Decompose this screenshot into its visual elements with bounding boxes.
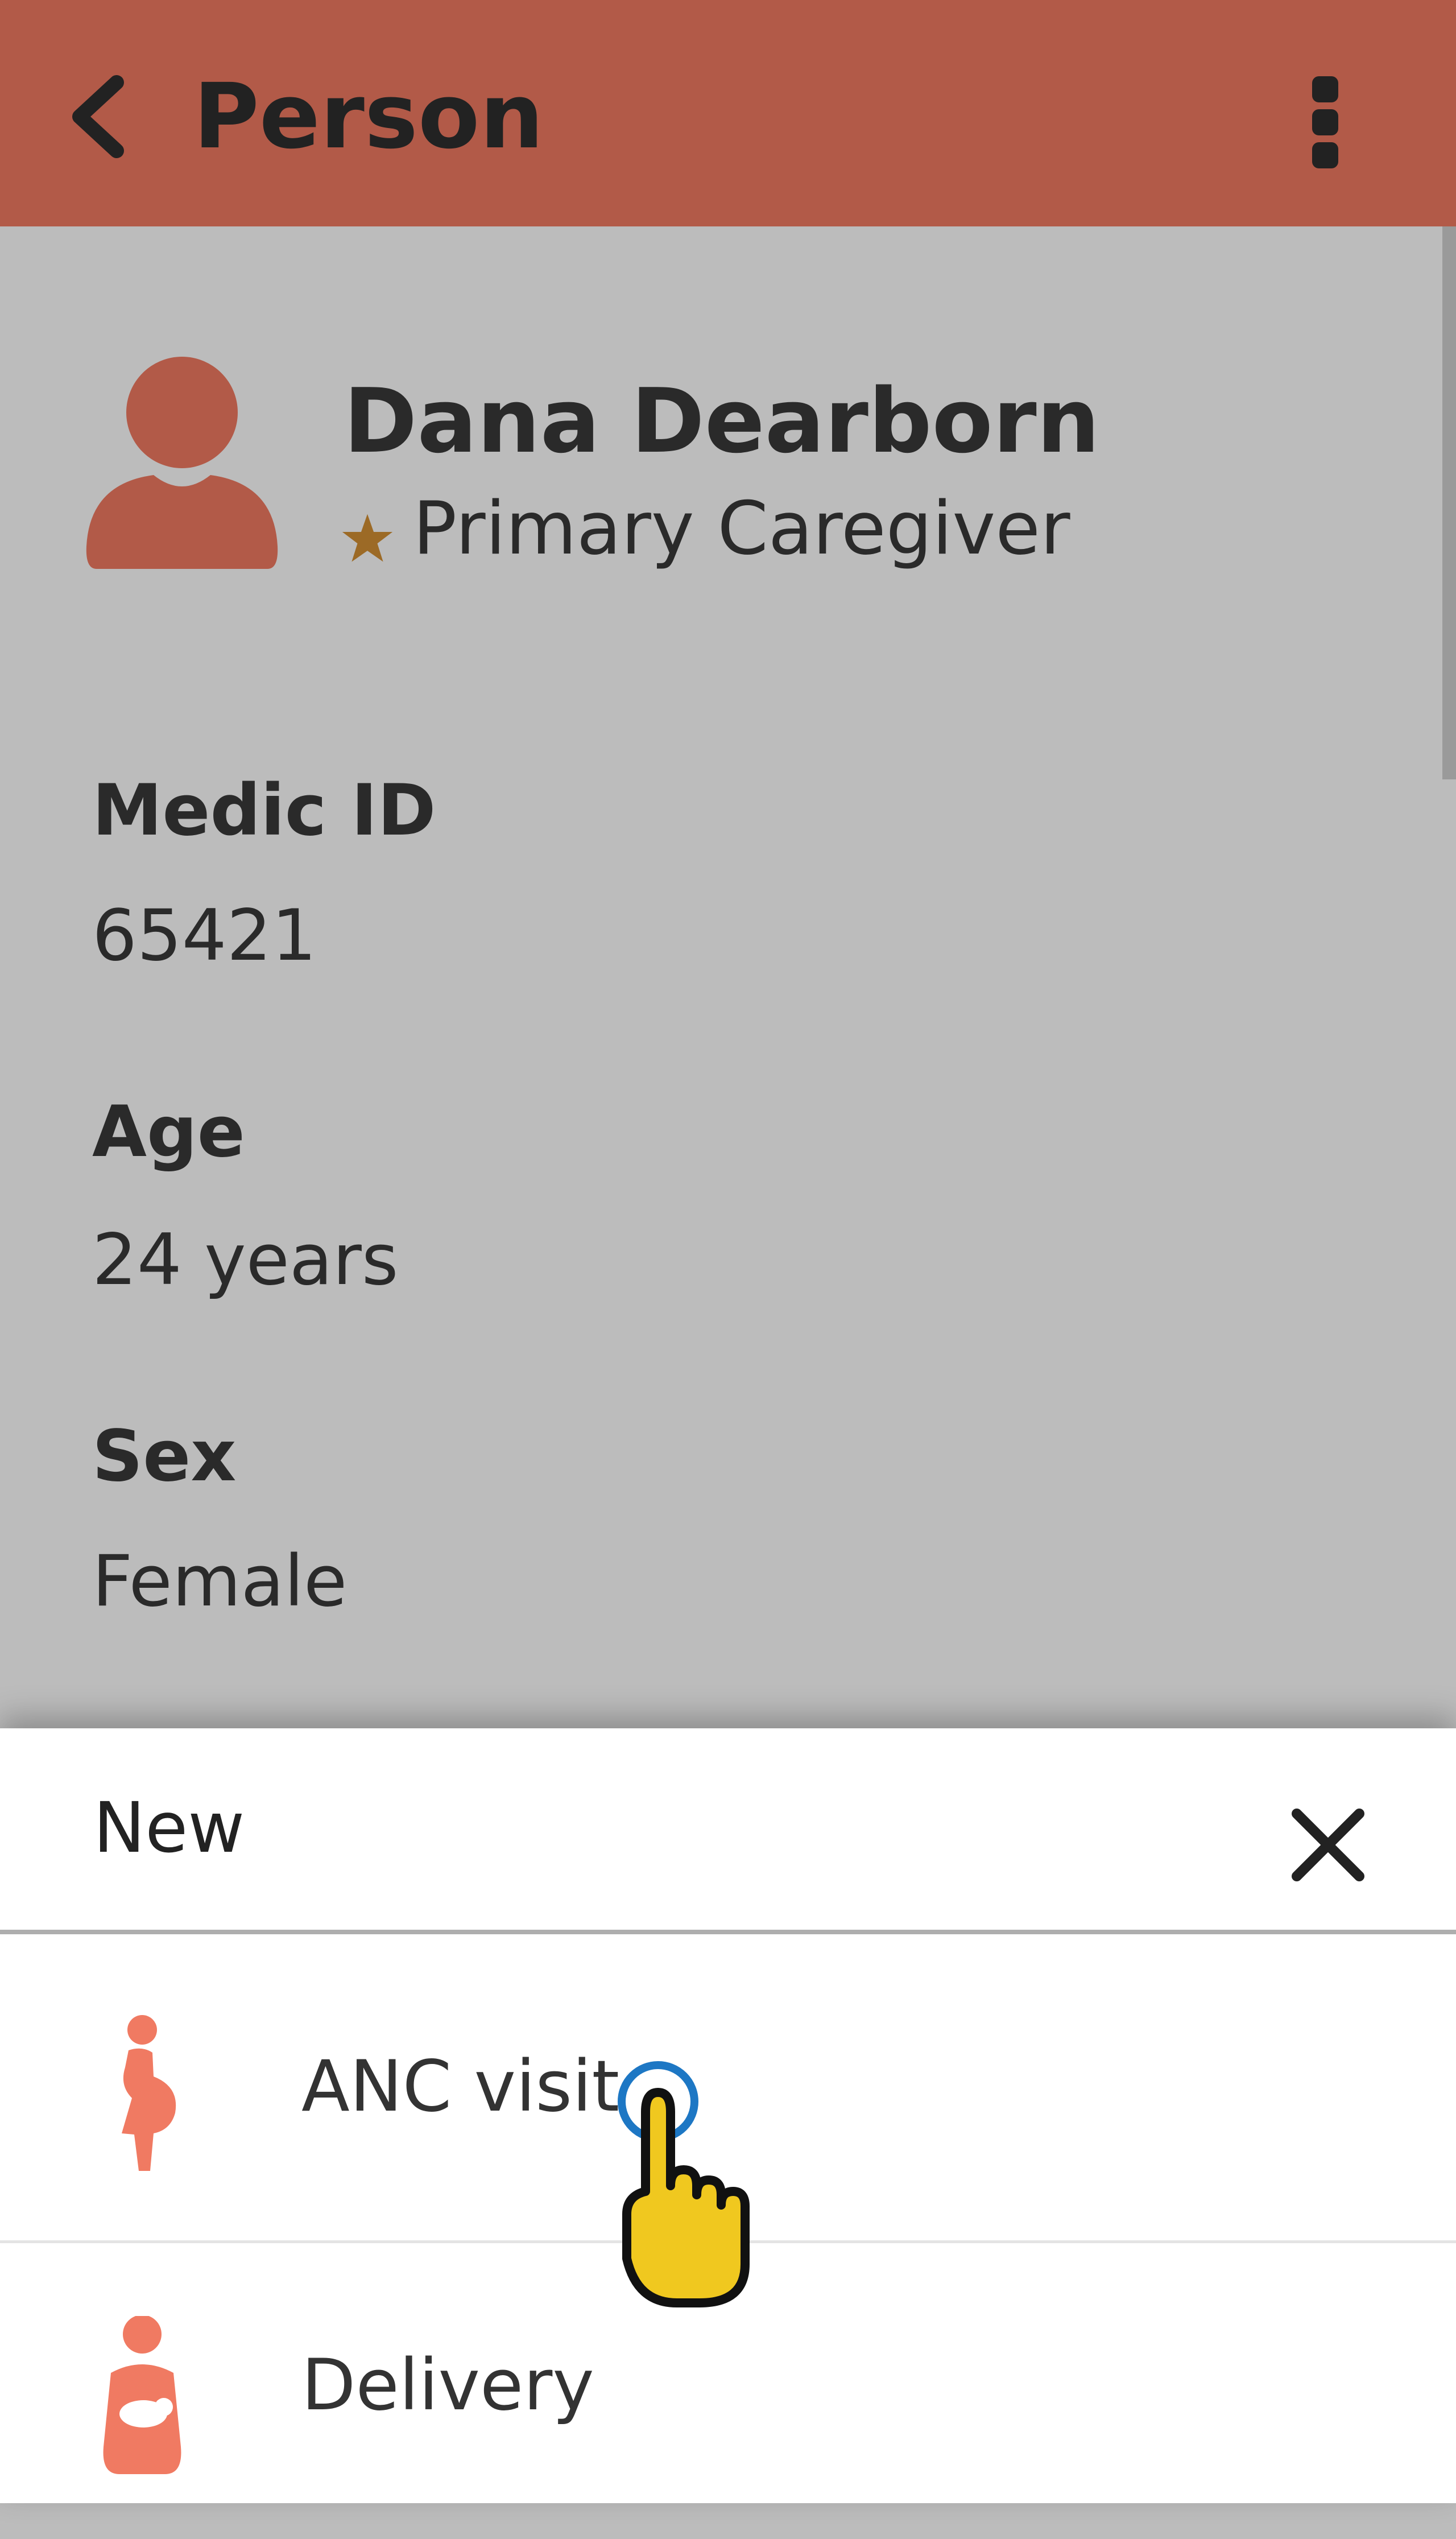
role-label: Primary Caregiver (413, 486, 1070, 571)
chevron-left-icon (72, 75, 124, 158)
age-value: 24 years (92, 1219, 399, 1301)
person-avatar-icon (86, 357, 278, 569)
pregnancy-icon (122, 2015, 176, 2171)
sex-value: Female (92, 1541, 348, 1623)
star-icon (342, 514, 393, 562)
medic-id-label: Medic ID (92, 770, 436, 852)
action-label-delivery: Delivery (301, 2344, 594, 2426)
delivery-icon (103, 2316, 181, 2474)
action-anc-visit[interactable]: ANC visit (0, 1944, 1456, 2240)
sheet-header-divider (0, 1930, 1456, 1934)
back-button[interactable] (57, 74, 142, 159)
more-menu-button[interactable] (1291, 68, 1359, 176)
more-vert-icon (1312, 76, 1338, 102)
sex-label: Sex (92, 1415, 237, 1497)
page-title: Person (193, 64, 544, 169)
new-action-sheet: New ANC visit Delivery (0, 1728, 1456, 2503)
sheet-title: New (93, 1787, 245, 1868)
app-bar: Person (0, 0, 1456, 226)
action-label-anc-visit: ANC visit (301, 2046, 620, 2128)
scrollbar[interactable] (1442, 226, 1456, 779)
close-button[interactable] (1280, 1797, 1376, 1893)
age-label: Age (92, 1091, 245, 1173)
person-name: Dana Dearborn (344, 369, 1100, 473)
action-delivery[interactable]: Delivery (0, 2243, 1456, 2539)
close-icon (1292, 1809, 1364, 1881)
medic-id-value: 65421 (92, 895, 317, 977)
